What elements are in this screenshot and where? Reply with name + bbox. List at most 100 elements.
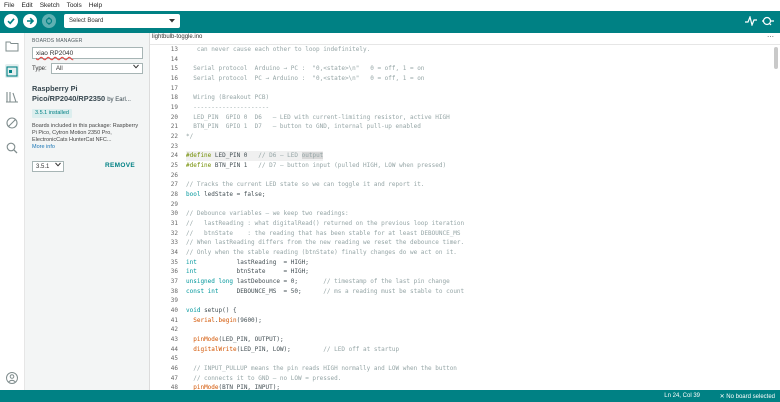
code-text: lastDebounce = 0; — [232, 278, 324, 286]
code-line[interactable]: int btnState = HIGH; — [186, 267, 309, 277]
user-icon — [6, 372, 18, 384]
package-title: Raspberry Pi Pico/RP2040/RP2350 by Earl.… — [32, 84, 145, 105]
line-number: 26 — [170, 171, 178, 179]
code-area[interactable]: can never cause each other to loop indef… — [186, 45, 766, 391]
menu-sketch[interactable]: Sketch — [36, 2, 63, 9]
menu-help[interactable]: Help — [85, 2, 105, 9]
code-line[interactable]: // connects it to GND – no LOW = pressed… — [186, 374, 341, 384]
line-number: 24 — [170, 152, 178, 160]
profile-button[interactable] — [5, 371, 19, 385]
code-line[interactable]: Serial protocol Arduino → PC : "0,<state… — [186, 64, 424, 74]
debug-view-button[interactable] — [5, 116, 19, 130]
menu-edit[interactable]: Edit — [17, 2, 35, 9]
code-line[interactable]: */ — [186, 132, 193, 142]
code-line[interactable]: // Only when the stable reading (btnStat… — [186, 248, 457, 258]
menu-tools[interactable]: Tools — [63, 2, 85, 9]
line-number: 42 — [170, 326, 178, 334]
code-line[interactable]: Wiring (Breakout PCB) — [186, 93, 269, 103]
search-icon — [6, 142, 18, 154]
code-line[interactable]: pinMode(LED_PIN, OUTPUT); — [186, 335, 283, 345]
line-number: 29 — [170, 200, 178, 208]
code-line[interactable]: LED_PIN GPIO 0 D6 – LED with current-lim… — [186, 113, 449, 123]
code-type: int — [186, 258, 197, 266]
code-line[interactable]: // When lastReading differs from the new… — [186, 238, 464, 248]
code-line[interactable]: bool ledState = false; — [186, 190, 265, 200]
code-line[interactable]: unsigned long lastDebounce = 0; // times… — [186, 277, 450, 287]
line-number: 20 — [170, 113, 178, 121]
sketchbook-button[interactable] — [5, 39, 19, 53]
tab-sketch[interactable]: lightbulb-toggle.ino — [152, 34, 202, 40]
code-line[interactable]: // Debounce variables – we keep two read… — [186, 209, 349, 219]
debug-button[interactable] — [42, 14, 56, 28]
code-line[interactable]: const int DEBOUNCE_MS = 50; // ms a read… — [186, 287, 464, 297]
code-text: lastReading = HIGH; — [196, 258, 309, 266]
search-button[interactable] — [5, 141, 19, 155]
code-line[interactable]: #define BTN_PIN 1 // D7 – button input (… — [186, 161, 446, 171]
close-icon: ✕ — [719, 394, 725, 400]
menu-bar: File Edit Sketch Tools Help — [0, 0, 780, 11]
ellipsis-icon[interactable]: ⋯ — [767, 33, 774, 41]
package-name: Raspberry Pi Pico/RP2040/RP2350 — [32, 84, 106, 103]
code-line[interactable]: can never cause each other to loop indef… — [186, 45, 370, 55]
type-label: Type: — [32, 66, 47, 72]
code-comment: // timestamp of the last pin change — [323, 278, 450, 286]
line-number: 44 — [170, 345, 178, 353]
arrow-right-icon — [27, 17, 35, 25]
line-number: 17 — [170, 84, 178, 92]
code-line[interactable]: // lastReading : what digitalRead() retu… — [186, 219, 464, 229]
code-selection: output — [301, 152, 324, 160]
type-select[interactable]: All — [51, 63, 143, 74]
code-text: (LED_PIN, LOW); — [236, 345, 324, 353]
serial-plotter-button[interactable] — [745, 15, 757, 28]
code-line[interactable]: --------------------- — [186, 103, 269, 113]
code-line[interactable]: void setup() { — [186, 306, 237, 316]
remove-button[interactable]: REMOVE — [105, 162, 135, 169]
line-number: 45 — [170, 355, 178, 363]
line-number: 13 — [170, 46, 178, 53]
code-line[interactable]: Serial.begin(9600); — [186, 316, 262, 326]
line-number: 36 — [170, 268, 178, 276]
code-line[interactable]: BTN_PIN GPIO 1 D7 – button to GND, inter… — [186, 122, 421, 132]
board-select[interactable]: Select Board — [64, 14, 180, 28]
line-number: 35 — [170, 258, 178, 266]
menu-file[interactable]: File — [0, 2, 17, 9]
line-number: 21 — [170, 123, 178, 131]
code-line[interactable]: digitalWrite(LED_PIN, LOW); // LED off a… — [186, 345, 399, 355]
code-line[interactable]: // INPUT_PULLUP means the pin reads HIGH… — [186, 364, 457, 374]
code-text: ledState = false; — [200, 191, 266, 199]
serial-monitor-button[interactable] — [762, 16, 774, 29]
code-line[interactable]: #define LED_PIN 0 // D6 – LED output — [186, 151, 324, 162]
line-number: 41 — [170, 316, 178, 324]
verify-button[interactable] — [4, 14, 18, 28]
vertical-scrollbar[interactable] — [774, 47, 778, 69]
debug-icon — [45, 17, 53, 25]
line-number: 32 — [170, 229, 178, 237]
code-line[interactable]: // Tracks the current LED state so we ca… — [186, 180, 424, 190]
more-info-link[interactable]: More info — [32, 144, 55, 150]
installed-badge: 3.5.1 installed — [32, 109, 72, 118]
cursor-position[interactable]: Ln 24, Col 39 — [664, 393, 700, 399]
line-number: 30 — [170, 210, 178, 218]
code-editor[interactable]: lightbulb-toggle.ino ⋯ 13 14 15 16 17 18 19 20 2… — [150, 33, 780, 391]
version-select[interactable]: 3.5.1 — [32, 161, 64, 172]
code-comment: // D6 – LED — [258, 152, 302, 160]
serial-monitor-icon — [762, 16, 774, 26]
code-text: DEBOUNCE_MS = 50; — [218, 287, 324, 295]
line-number: 27 — [170, 181, 178, 189]
search-input[interactable]: xiao RP2040 — [32, 47, 143, 59]
upload-button[interactable] — [23, 14, 37, 28]
search-value: xiao RP2040 — [36, 50, 74, 57]
line-number: 37 — [170, 278, 178, 286]
boards-manager-panel: BOARDS MANAGER xiao RP2040 Type: All Ras… — [25, 33, 150, 390]
code-line[interactable]: int lastReading = HIGH; — [186, 258, 309, 268]
library-icon — [6, 92, 18, 103]
code-type: unsigned long — [186, 278, 233, 286]
library-manager-button[interactable] — [5, 90, 19, 104]
code-line[interactable]: Serial protocol PC → Arduino : "0,<state… — [186, 74, 424, 84]
board-status[interactable]: ✕ No board selected — [720, 393, 775, 400]
code-line[interactable]: // btnState : the reading that has been … — [186, 229, 461, 239]
check-icon — [7, 18, 15, 25]
status-bar: Ln 24, Col 39 ✕ No board selected — [0, 390, 780, 402]
activity-bar — [0, 33, 25, 390]
boards-manager-button[interactable] — [5, 64, 19, 78]
